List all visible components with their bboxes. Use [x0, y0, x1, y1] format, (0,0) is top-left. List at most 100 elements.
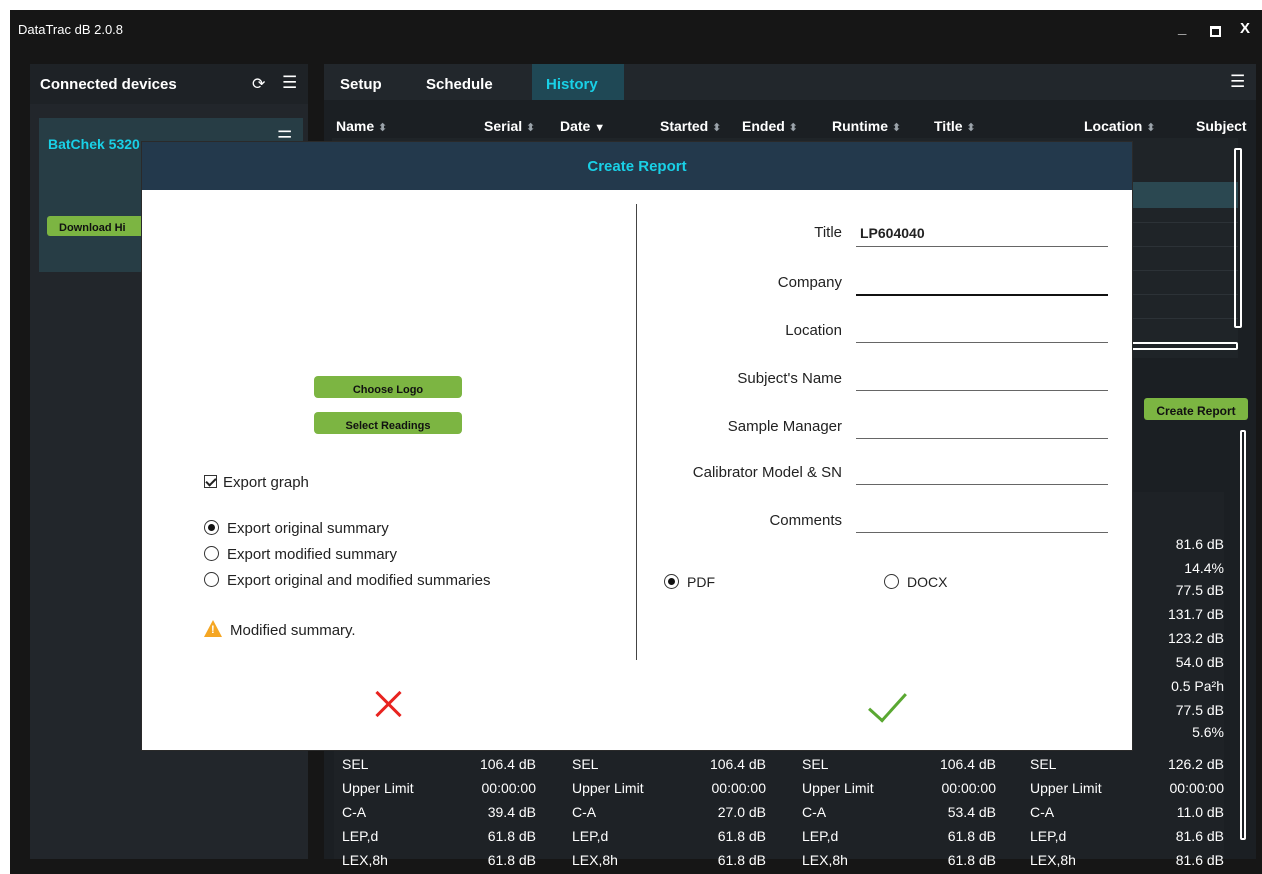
- summary-value: 00:00:00: [941, 780, 997, 796]
- summary-value: 0.5 Pa²h: [1171, 678, 1224, 694]
- summary-label: C-A: [802, 804, 827, 820]
- summary-value: 81.6 dB: [1175, 536, 1224, 552]
- radio-export-original[interactable]: Export original summary: [204, 520, 389, 537]
- tab-history[interactable]: History: [532, 64, 624, 100]
- summary-value: 61.8 dB: [717, 828, 766, 844]
- calibrator-input[interactable]: [856, 484, 1108, 485]
- column-serial[interactable]: Serial ⬍: [484, 118, 535, 134]
- maximize-button[interactable]: [1210, 26, 1221, 37]
- refresh-icon[interactable]: ⟳: [252, 74, 265, 94]
- connected-devices-title: Connected devices: [40, 76, 177, 93]
- summary-label: LEX,8h: [572, 852, 618, 868]
- cancel-icon[interactable]: [374, 690, 402, 718]
- app-title: DataTrac dB 2.0.8: [18, 22, 124, 37]
- summary-value: 27.0 dB: [717, 804, 766, 820]
- summary-value: 61.8 dB: [947, 828, 996, 844]
- summary-label: C-A: [342, 804, 367, 820]
- summary-value: 5.6%: [1192, 724, 1224, 740]
- sort-icon: ⬍: [712, 122, 722, 134]
- summary-value: 126.2 dB: [1167, 756, 1224, 772]
- confirm-check-icon[interactable]: [872, 692, 898, 718]
- choose-logo-button[interactable]: Choose Logo: [314, 376, 462, 398]
- column-date[interactable]: Date ▼: [560, 118, 605, 134]
- close-button[interactable]: X: [1240, 20, 1250, 37]
- summary-value: 53.4 dB: [947, 804, 996, 820]
- column-ended[interactable]: Ended ⬍: [742, 118, 798, 134]
- company-input[interactable]: [856, 294, 1108, 296]
- radio-label: Export original and modified summaries: [227, 572, 491, 589]
- sort-icon: ⬍: [966, 122, 976, 134]
- radio-selected-icon: [664, 574, 679, 589]
- menu-icon[interactable]: ☰: [282, 73, 297, 93]
- comments-input[interactable]: [856, 532, 1108, 533]
- location-input[interactable]: [856, 342, 1108, 343]
- summary-label: LEX,8h: [342, 852, 388, 868]
- create-report-button[interactable]: Create Report: [1144, 398, 1248, 420]
- summary-value: 39.4 dB: [487, 804, 536, 820]
- radio-unselected-icon: [204, 572, 219, 587]
- export-graph-checkbox[interactable]: Export graph: [204, 474, 309, 491]
- dialog-body: Choose Logo Select Readings Export graph…: [142, 190, 1132, 750]
- format-pdf-radio[interactable]: PDF: [664, 574, 715, 590]
- subject-name-input[interactable]: [856, 390, 1108, 391]
- location-label: Location: [785, 322, 842, 339]
- summary-value: 106.4 dB: [939, 756, 996, 772]
- connected-devices-header: Connected devices ⟳ ☰: [30, 64, 308, 104]
- dialog-title: Create Report: [587, 158, 687, 175]
- modified-summary-warning: Modified summary.: [204, 620, 356, 639]
- summary-label: LEP,d: [572, 828, 609, 844]
- summary-label: SEL: [342, 756, 369, 772]
- column-location[interactable]: Location ⬍: [1084, 118, 1155, 134]
- format-docx-radio[interactable]: DOCX: [884, 574, 947, 590]
- minimize-button[interactable]: _: [1178, 20, 1186, 37]
- column-started[interactable]: Started ⬍: [660, 118, 721, 134]
- sample-manager-label: Sample Manager: [727, 418, 842, 435]
- tab-bar: Setup Schedule History ☰: [324, 64, 1256, 100]
- summary-value: 11.0 dB: [1176, 804, 1224, 820]
- history-vertical-scrollbar[interactable]: [1234, 148, 1242, 328]
- summary-value: 81.6 dB: [1175, 852, 1224, 868]
- summary-label: Upper Limit: [342, 780, 414, 796]
- select-readings-button[interactable]: Select Readings: [314, 412, 462, 434]
- column-title[interactable]: Title ⬍: [934, 118, 976, 134]
- column-subject[interactable]: Subject: [1196, 118, 1247, 134]
- summary-value: 123.2 dB: [1167, 630, 1224, 646]
- summary-label: C-A: [572, 804, 597, 820]
- summary-value: 77.5 dB: [1175, 582, 1224, 598]
- summary-label: SEL: [1030, 756, 1057, 772]
- column-runtime[interactable]: Runtime ⬍: [832, 118, 901, 134]
- format-label: PDF: [687, 574, 715, 590]
- summary-label: Upper Limit: [572, 780, 644, 796]
- summary-value: 00:00:00: [481, 780, 537, 796]
- radio-selected-icon: [204, 520, 219, 535]
- sort-icon: ⬍: [378, 122, 388, 134]
- summary-value: 61.8 dB: [487, 852, 536, 868]
- summary-value: 54.0 dB: [1175, 654, 1224, 670]
- summary-value: 106.4 dB: [709, 756, 766, 772]
- history-table-header: Name ⬍ Serial ⬍ Date ▼ Started ⬍ Ended ⬍…: [324, 100, 1256, 134]
- tab-setup[interactable]: Setup: [340, 64, 382, 100]
- sort-down-icon: ▼: [594, 122, 606, 134]
- summary-value: 81.6 dB: [1175, 828, 1224, 844]
- title-input-underline[interactable]: [856, 246, 1108, 247]
- radio-export-modified[interactable]: Export modified summary: [204, 546, 397, 563]
- history-menu-icon[interactable]: ☰: [1230, 72, 1245, 92]
- radio-label: Export original summary: [227, 520, 389, 537]
- summary-value: 00:00:00: [1169, 780, 1225, 796]
- summary-scrollbar[interactable]: [1240, 430, 1246, 840]
- dialog-header: Create Report: [142, 142, 1132, 190]
- summary-value: 00:00:00: [711, 780, 767, 796]
- tab-schedule[interactable]: Schedule: [426, 64, 493, 100]
- calibrator-label: Calibrator Model & SN: [692, 464, 842, 481]
- summary-label: LEP,d: [1030, 828, 1067, 844]
- summary-value: 61.8 dB: [717, 852, 766, 868]
- sample-manager-input[interactable]: [856, 438, 1108, 439]
- title-input[interactable]: LP604040: [860, 225, 925, 241]
- column-name[interactable]: Name ⬍: [336, 118, 387, 134]
- summary-label: SEL: [802, 756, 829, 772]
- company-label: Company: [777, 274, 842, 291]
- device-name: BatChek 5320: [48, 136, 140, 152]
- summary-value: 77.5 dB: [1175, 702, 1224, 718]
- radio-export-both[interactable]: Export original and modified summaries: [204, 572, 490, 589]
- sort-icon: ⬍: [1146, 122, 1156, 134]
